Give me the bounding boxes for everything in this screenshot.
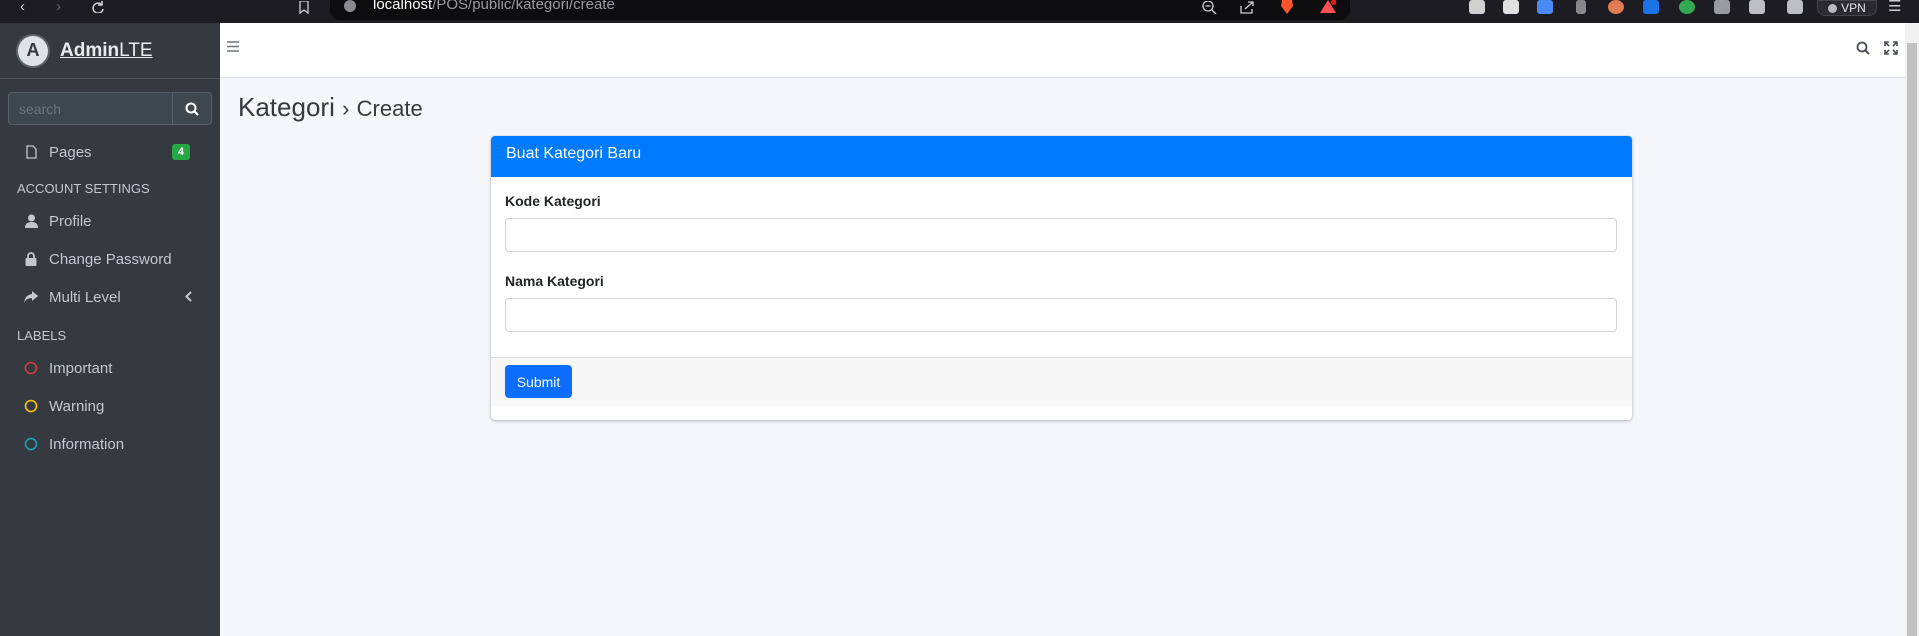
sidebar-item-warning[interactable]: Warning bbox=[8, 389, 212, 423]
circle-icon bbox=[23, 437, 39, 451]
brand-link[interactable]: A AdminLTE bbox=[0, 23, 220, 79]
chevron-left-icon bbox=[185, 289, 192, 306]
extension-face-icon[interactable] bbox=[1608, 0, 1624, 14]
bookmark-icon[interactable] bbox=[298, 0, 310, 14]
sidebar-item-multi-level[interactable]: Multi Level bbox=[8, 280, 212, 314]
brand-text-bold: Admin bbox=[60, 39, 120, 61]
sidebar-search-input[interactable] bbox=[8, 92, 172, 125]
extension-window-icon[interactable] bbox=[1503, 0, 1519, 14]
sidebar: A AdminLTE Pages 4 ACCOUNT SETTINGS Prof… bbox=[0, 23, 220, 636]
card-footer: Submit bbox=[491, 357, 1632, 406]
circle-icon bbox=[23, 399, 39, 413]
kode-kategori-label: Kode Kategori bbox=[505, 193, 601, 209]
vpn-button[interactable]: VPN bbox=[1817, 0, 1877, 16]
account-settings-header: ACCOUNT SETTINGS bbox=[17, 181, 150, 196]
sidebar-item-label: Profile bbox=[49, 212, 92, 230]
back-icon[interactable]: ‹ bbox=[20, 0, 25, 14]
brave-rewards-icon[interactable] bbox=[1320, 0, 1336, 14]
extensions-puzzle-icon[interactable] bbox=[1714, 0, 1730, 14]
user-icon bbox=[23, 214, 39, 228]
sidebar-item-label: Change Password bbox=[49, 250, 172, 268]
scrollbar-thumb[interactable] bbox=[1907, 43, 1917, 636]
brand-text-rest: LTE bbox=[119, 39, 153, 61]
card-title: Buat Kategori Baru bbox=[491, 136, 1632, 177]
vpn-status-icon bbox=[1828, 3, 1838, 13]
top-navbar bbox=[220, 23, 1905, 78]
brave-shield-icon[interactable] bbox=[1280, 0, 1294, 14]
sidebar-item-label: Important bbox=[49, 359, 113, 377]
url-text: localhost/POS/public/kategori/create bbox=[373, 0, 615, 13]
search-icon bbox=[185, 102, 199, 116]
sidebar-item-information[interactable]: Information bbox=[8, 427, 212, 461]
sidebar-item-pages[interactable]: Pages 4 bbox=[8, 135, 212, 169]
page-scrollbar[interactable] bbox=[1905, 23, 1919, 636]
nama-kategori-input[interactable] bbox=[505, 298, 1617, 332]
create-category-card: Buat Kategori Baru Kode Kategori Nama Ka… bbox=[491, 136, 1632, 420]
extension-leaf-icon[interactable] bbox=[1679, 0, 1695, 14]
brand-logo-icon: A bbox=[18, 35, 48, 66]
page-title: Kategori › Create bbox=[238, 92, 423, 123]
brand-text: AdminLTE bbox=[60, 40, 153, 62]
share-page-icon[interactable] bbox=[1240, 0, 1255, 14]
sidebar-item-label: Multi Level bbox=[49, 288, 121, 306]
forward-icon[interactable]: › bbox=[56, 0, 61, 14]
extension-translate-icon[interactable] bbox=[1537, 0, 1553, 14]
sidebar-item-important[interactable]: Important bbox=[8, 351, 212, 385]
reload-icon[interactable] bbox=[91, 0, 105, 14]
share-icon bbox=[23, 291, 39, 303]
vpn-label: VPN bbox=[1841, 1, 1866, 15]
nama-kategori-label: Nama Kategori bbox=[505, 273, 604, 289]
pages-count-badge: 4 bbox=[171, 144, 190, 160]
lock-icon bbox=[23, 252, 39, 266]
zoom-out-icon[interactable] bbox=[1202, 0, 1217, 14]
extension-gear-icon[interactable] bbox=[1469, 0, 1485, 14]
fullscreen-icon[interactable] bbox=[1884, 41, 1898, 55]
sidebar-item-profile[interactable]: Profile bbox=[8, 204, 212, 238]
page-title-main: Kategori bbox=[238, 92, 335, 122]
sidebar-item-label: Information bbox=[49, 435, 125, 453]
url-path: /POS/public/kategori/create bbox=[432, 0, 615, 13]
circle-icon bbox=[23, 361, 39, 375]
hamburger-menu-icon[interactable] bbox=[227, 41, 239, 52]
browser-toolbar: ‹ › localhost/POS/public/kategori/create… bbox=[0, 0, 1919, 23]
kode-kategori-input[interactable] bbox=[505, 218, 1617, 252]
sidebar-item-label: Pages bbox=[49, 143, 92, 161]
wallet-icon[interactable] bbox=[1787, 0, 1803, 14]
sidebar-item-label: Warning bbox=[49, 397, 105, 415]
extension-settings-icon[interactable] bbox=[1643, 0, 1659, 14]
sidebar-search-button[interactable] bbox=[172, 92, 212, 125]
page-subtitle: Create bbox=[356, 96, 423, 121]
address-bar[interactable]: localhost/POS/public/kategori/create bbox=[330, 0, 1350, 20]
labels-header: LABELS bbox=[17, 328, 67, 343]
sidebar-item-change-password[interactable]: Change Password bbox=[8, 242, 212, 276]
site-info-icon[interactable] bbox=[344, 0, 356, 12]
breadcrumb-separator: › bbox=[342, 96, 350, 121]
sidebar-search bbox=[8, 92, 212, 125]
navbar-search-icon[interactable] bbox=[1856, 41, 1870, 55]
extension-phone-icon[interactable] bbox=[1576, 0, 1586, 14]
card-body: Kode Kategori Nama Kategori bbox=[491, 177, 1632, 357]
url-host: localhost bbox=[373, 0, 433, 13]
file-icon bbox=[23, 145, 39, 159]
sidebar-toggle-icon[interactable] bbox=[1749, 0, 1765, 14]
submit-button[interactable]: Submit bbox=[505, 365, 572, 398]
browser-menu-icon[interactable]: ☰ bbox=[1888, 0, 1901, 14]
